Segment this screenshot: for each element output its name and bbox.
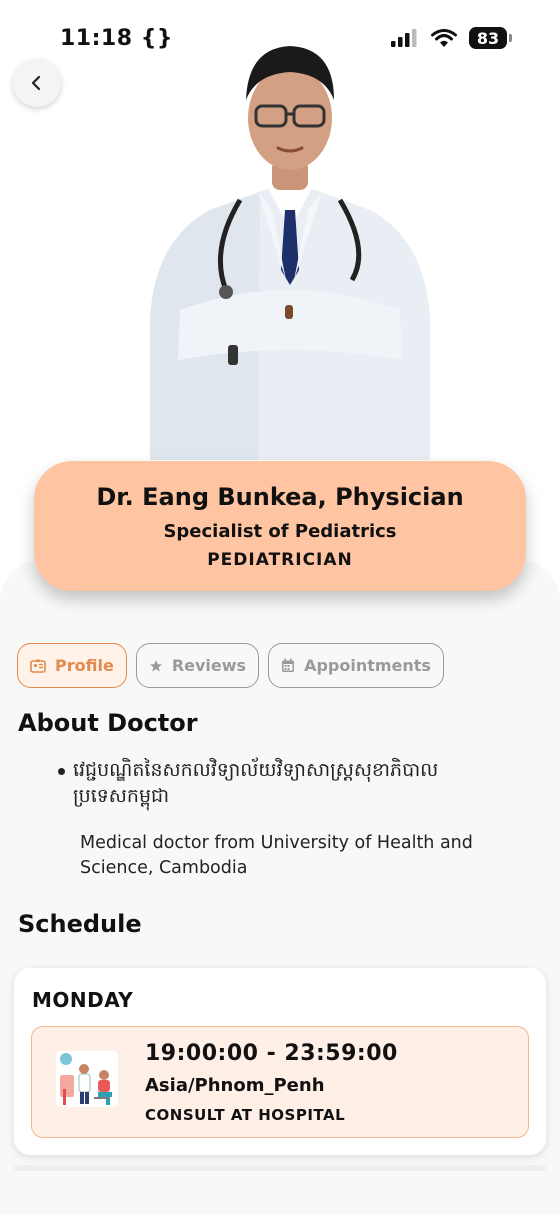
- status-braces: {}: [140, 25, 174, 51]
- about-content: វេជ្ជបណ្ឌិតនៃសកលវិទ្យាល័យវិទ្យាសាស្ត្រសុ…: [58, 758, 538, 880]
- tab-appointments-label: Appointments: [304, 656, 431, 675]
- wifi-icon: [431, 28, 457, 47]
- status-bar: 11:18 {} 83: [0, 18, 560, 58]
- signal-icon: [391, 29, 417, 47]
- about-khmer-text: វេជ្ជបណ្ឌិតនៃសកលវិទ្យាល័យវិទ្យាសាស្ត្រសុ…: [73, 759, 439, 807]
- schedule-slot[interactable]: 19:00:00 - 23:59:00 Asia/Phnom_Penh CONS…: [31, 1026, 529, 1138]
- schedule-timezone: Asia/Phnom_Penh: [145, 1075, 325, 1096]
- hospital-consult-illustration-icon: [56, 1051, 118, 1107]
- schedule-day: MONDAY: [32, 988, 134, 1012]
- battery-level: 83: [469, 27, 507, 49]
- status-time: 11:18 {}: [60, 26, 173, 51]
- schedule-card: MONDAY 19:00:00 - 23:59:00 Asia/Phnom_Pe…: [14, 968, 546, 1155]
- profile-tabs: Profile Reviews Appointments: [17, 643, 444, 688]
- doctor-name: Dr. Eang Bunkea, Physician: [96, 482, 464, 511]
- schedule-consult-type: CONSULT AT HOSPITAL: [145, 1106, 346, 1124]
- battery-icon: 83: [469, 27, 512, 49]
- tab-appointments[interactable]: Appointments: [268, 643, 444, 688]
- status-icons: 83: [391, 27, 512, 49]
- calendar-icon: [282, 658, 295, 672]
- schedule-time-range: 19:00:00 - 23:59:00: [145, 1041, 398, 1066]
- next-card-edge: [14, 1165, 546, 1171]
- back-button[interactable]: [13, 59, 61, 107]
- tab-profile[interactable]: Profile: [17, 643, 127, 688]
- chevron-left-icon: [31, 75, 41, 91]
- doctor-photo: [150, 46, 430, 460]
- id-card-icon: [30, 659, 46, 673]
- tab-profile-label: Profile: [55, 656, 114, 675]
- tab-reviews-label: Reviews: [171, 656, 247, 675]
- doctor-specialty: Specialist of Pediatrics: [163, 520, 397, 542]
- screen: 11:18 {} 83 Dr. Eang Bunkea, Physician S…: [0, 0, 560, 1214]
- about-english-text: Medical doctor from University of Health…: [80, 833, 473, 878]
- schedule-title: Schedule: [18, 910, 142, 938]
- bullet-dot: [58, 768, 65, 775]
- star-icon: [149, 659, 162, 671]
- doctor-title: PEDIATRICIAN: [207, 549, 353, 570]
- status-clock: 11:18: [60, 25, 133, 51]
- about-title: About Doctor: [18, 709, 198, 737]
- doctor-name-card: Dr. Eang Bunkea, Physician Specialist of…: [34, 461, 526, 591]
- list-item: វេជ្ជបណ្ឌិតនៃសកលវិទ្យាល័យវិទ្យាសាស្ត្រសុ…: [58, 758, 538, 809]
- tab-reviews[interactable]: Reviews: [135, 643, 260, 688]
